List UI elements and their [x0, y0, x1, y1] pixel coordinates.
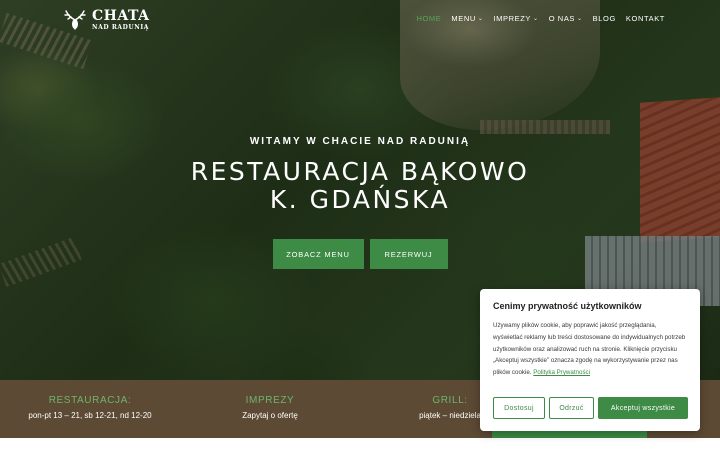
cookie-title: Cenimy prywatność użytkowników — [493, 301, 642, 311]
nav-label: KONTAKT — [625, 14, 665, 23]
nav-label: MENU — [451, 14, 476, 23]
logo-subtitle: NAD RADUNIĄ — [92, 24, 150, 31]
nav-label: IMPREZY — [493, 14, 532, 23]
cookie-customize-button[interactable]: Dostosuj — [493, 397, 545, 419]
nav-label: HOME — [416, 14, 442, 23]
cookie-body: Używamy plików cookie, aby poprawić jako… — [493, 320, 687, 379]
nav-label: O NAS — [548, 14, 576, 23]
cookie-reject-button[interactable]: Odrzuć — [549, 397, 594, 419]
nav-item-kontakt[interactable]: KONTAKT — [626, 14, 665, 23]
nav-item-imprezy[interactable]: IMPREZY ⌄ — [494, 14, 539, 23]
info-heading: RESTAURACJA: — [48, 395, 132, 406]
hero-buttons: ZOBACZ MENU REZERWUJ — [0, 239, 720, 269]
cookie-buttons: Dostosuj Odrzuć Akceptuj wszystkie — [493, 397, 688, 419]
nav-item-menu[interactable]: MENU ⌄ — [451, 14, 483, 23]
nav-item-home[interactable]: HOME — [416, 14, 441, 23]
cookie-accept-all-button[interactable]: Akceptuj wszystkie — [598, 397, 688, 419]
info-events: IMPREZY Zapytaj o ofertę — [180, 380, 360, 438]
logo-title: CHATA — [92, 8, 150, 24]
site-logo[interactable]: CHATA NAD RADUNIĄ — [62, 8, 149, 31]
chevron-down-icon: ⌄ — [533, 16, 539, 22]
book-button[interactable]: REZERWUJ — [369, 239, 448, 269]
hero-title: RESTAURACJA BĄKOWO K. GDAŃSKA — [0, 158, 720, 214]
deer-antlers-icon — [64, 9, 86, 30]
chevron-down-icon: ⌄ — [477, 16, 484, 22]
nav-item-o-nas[interactable]: O NAS ⌄ — [549, 14, 583, 23]
hero-welcome: WITAMY W CHACIE NAD RADUNIĄ — [249, 136, 471, 147]
nav-label: BLOG — [592, 14, 616, 23]
nav-item-blog[interactable]: BLOG — [593, 14, 616, 23]
info-text: Zapytaj o ofertę — [242, 411, 298, 420]
view-menu-button[interactable]: ZOBACZ MENU — [272, 239, 364, 269]
info-restaurant: RESTAURACJA: pon-pt 13 – 21, sb 12-21, n… — [0, 380, 180, 438]
cookie-consent-dialog: Cenimy prywatność użytkowników Używamy p… — [480, 289, 700, 431]
info-heading: IMPREZY — [245, 395, 295, 406]
chevron-down-icon: ⌄ — [577, 16, 583, 22]
privacy-policy-link[interactable]: Polityka Prywatności — [533, 369, 590, 376]
hero-title-line1: RESTAURACJA BĄKOWO — [190, 157, 530, 186]
info-text: pon-pt 13 – 21, sb 12-21, nd 12-20 — [28, 411, 152, 420]
main-nav: HOME MENU ⌄ IMPREZY ⌄ O NAS ⌄ BLOG KONTAKT — [416, 14, 665, 23]
page-bottom-strip — [0, 438, 720, 450]
hero-title-line2: K. GDAŃSKA — [269, 185, 451, 214]
